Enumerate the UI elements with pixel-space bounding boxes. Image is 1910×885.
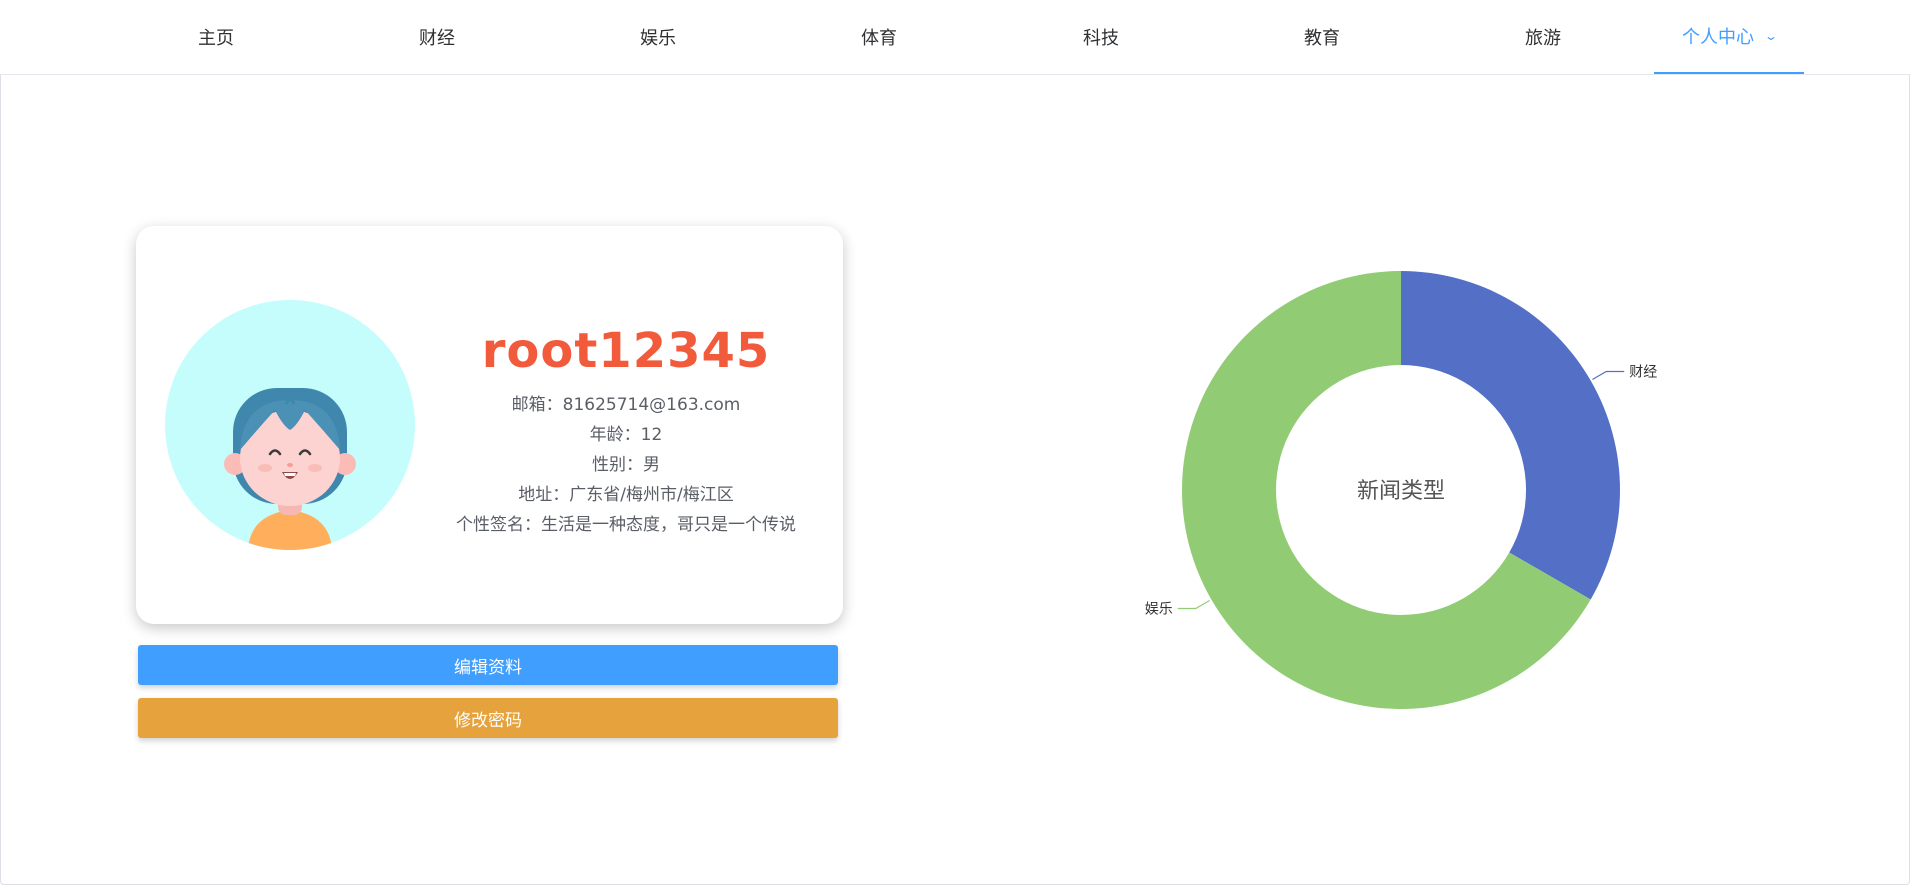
nav-item-home[interactable]: 主页 (141, 0, 291, 74)
age-text: 年龄：12 (589, 425, 663, 445)
leader-line-1 (1177, 599, 1210, 610)
avatar (165, 300, 415, 550)
nav-item-tech[interactable]: 科技 (1026, 0, 1176, 74)
signature-text: 个性签名：生活是一种态度，哥只是一个传说 (456, 515, 796, 535)
email-text: 邮箱：81625714@163.com (511, 395, 741, 415)
nav-item-education[interactable]: 教育 (1247, 0, 1397, 74)
nav-item-entertainment[interactable]: 娱乐 (583, 0, 733, 74)
news-type-chart: 财经娱乐 新闻类型 (1100, 250, 1800, 730)
profile-info: root12345 邮箱：81625714@163.com 年龄：12 性别：男… (416, 326, 836, 540)
edit-profile-button[interactable]: 编辑资料 (138, 645, 838, 685)
donut-slice-0[interactable] (1401, 271, 1620, 600)
chart-center-label: 新闻类型 (1357, 479, 1445, 504)
nav-item-travel[interactable]: 旅游 (1468, 0, 1618, 74)
donut-chart-svg: 财经娱乐 新闻类型 (1145, 271, 1657, 709)
nav-item-finance[interactable]: 财经 (362, 0, 512, 74)
gender-text: 性别：男 (592, 455, 660, 475)
username: root12345 (481, 323, 771, 379)
nav-item-user-center[interactable]: 个人中心 ⌄ (1654, 0, 1804, 74)
top-nav: 主页 财经 娱乐 体育 科技 教育 旅游 个人中心 ⌄ (0, 0, 1910, 75)
chevron-down-icon: ⌄ (1763, 29, 1779, 43)
avatar-illustration (224, 388, 356, 550)
change-password-button[interactable]: 修改密码 (138, 698, 838, 738)
address-text: 地址：广东省/梅州市/梅江区 (518, 485, 734, 505)
leader-line-0 (1592, 370, 1625, 381)
slice-label-1: 娱乐 (1145, 602, 1173, 618)
profile-card: root12345 邮箱：81625714@163.com 年龄：12 性别：男… (136, 226, 843, 624)
user-center-label: 个人中心 (1681, 27, 1754, 48)
nav-item-sports[interactable]: 体育 (804, 0, 954, 74)
slice-label-0: 财经 (1629, 365, 1657, 381)
